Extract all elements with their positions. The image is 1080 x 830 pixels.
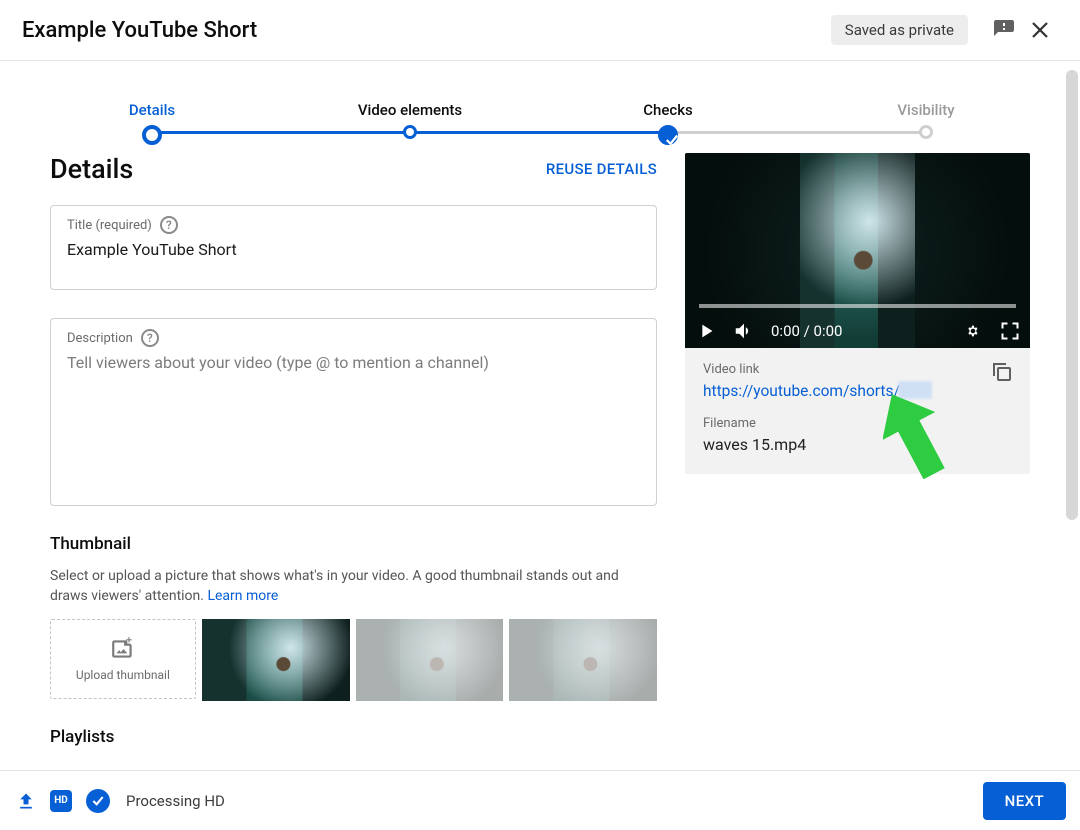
hd-badge: HD	[50, 790, 72, 812]
volume-icon[interactable]	[733, 320, 755, 342]
step-visibility[interactable]: Visibility	[826, 101, 1026, 139]
thumbnail-heading: Thumbnail	[50, 534, 657, 554]
filename-value: waves 15.mp4	[703, 435, 1012, 454]
step-label: Details	[52, 101, 252, 119]
title-field-label: Title (required)	[67, 218, 152, 233]
thumbnail-option-1[interactable]	[202, 619, 350, 701]
details-heading: Details	[50, 153, 133, 185]
title-input[interactable]: Example YouTube Short	[67, 240, 640, 259]
upload-thumbnail-label: Upload thumbnail	[76, 668, 170, 682]
fullscreen-icon[interactable]	[1000, 321, 1020, 341]
scrollbar-thumb[interactable]	[1066, 70, 1078, 520]
copy-link-button[interactable]	[990, 360, 1014, 388]
scrollbar[interactable]	[1064, 68, 1080, 770]
step-details[interactable]: Details	[52, 101, 252, 145]
add-image-icon	[110, 636, 136, 662]
step-node-disabled	[919, 125, 933, 139]
save-status-badge: Saved as private	[831, 15, 968, 45]
close-icon	[1028, 18, 1052, 42]
upload-icon	[16, 791, 36, 811]
step-node-active	[142, 125, 162, 145]
play-icon[interactable]	[695, 320, 717, 342]
learn-more-link[interactable]: Learn more	[207, 588, 278, 604]
copy-icon	[990, 360, 1014, 384]
feedback-button[interactable]	[986, 12, 1022, 48]
help-icon[interactable]: ?	[160, 216, 178, 234]
step-node-checked	[658, 125, 678, 145]
description-field[interactable]: Description ? Tell viewers about your vi…	[50, 318, 657, 506]
reuse-details-button[interactable]: REUSE DETAILS	[546, 160, 657, 178]
description-input[interactable]: Tell viewers about your video (type @ to…	[67, 353, 640, 372]
video-link[interactable]: https://youtube.com/shorts/	[703, 381, 932, 400]
step-label: Visibility	[826, 101, 1026, 119]
gear-icon[interactable]	[962, 320, 984, 342]
step-label: Checks	[568, 101, 768, 119]
step-node	[403, 125, 417, 139]
video-time: 0:00 / 0:00	[771, 322, 842, 340]
link-id-obscured	[898, 381, 932, 399]
page-title: Example YouTube Short	[22, 18, 831, 43]
help-icon[interactable]: ?	[141, 329, 159, 347]
thumbnail-desc: Select or upload a picture that shows wh…	[50, 566, 657, 607]
playlists-heading: Playlists	[50, 727, 657, 747]
thumbnail-option-2[interactable]	[356, 619, 504, 701]
thumbnail-option-3[interactable]	[509, 619, 657, 701]
step-checks[interactable]: Checks	[568, 101, 768, 145]
upload-thumbnail-button[interactable]: Upload thumbnail	[50, 619, 196, 699]
check-circle-icon	[86, 789, 110, 813]
video-link-label: Video link	[703, 362, 1012, 377]
next-button[interactable]: NEXT	[983, 782, 1066, 820]
description-field-label: Description	[67, 331, 133, 346]
processing-status: Processing HD	[126, 792, 225, 810]
step-label: Video elements	[310, 101, 510, 119]
video-preview-panel: 0:00 / 0:00 Video link https://youtube.c…	[685, 153, 1030, 474]
video-player[interactable]: 0:00 / 0:00	[685, 153, 1030, 348]
feedback-icon	[992, 18, 1016, 42]
stepper: Details Video elements Checks Visibility	[0, 61, 1080, 145]
title-field[interactable]: Title (required) ? Example YouTube Short	[50, 205, 657, 290]
video-scrubber[interactable]	[699, 304, 1016, 308]
step-video-elements[interactable]: Video elements	[310, 101, 510, 139]
close-button[interactable]	[1022, 12, 1058, 48]
filename-label: Filename	[703, 416, 1012, 431]
